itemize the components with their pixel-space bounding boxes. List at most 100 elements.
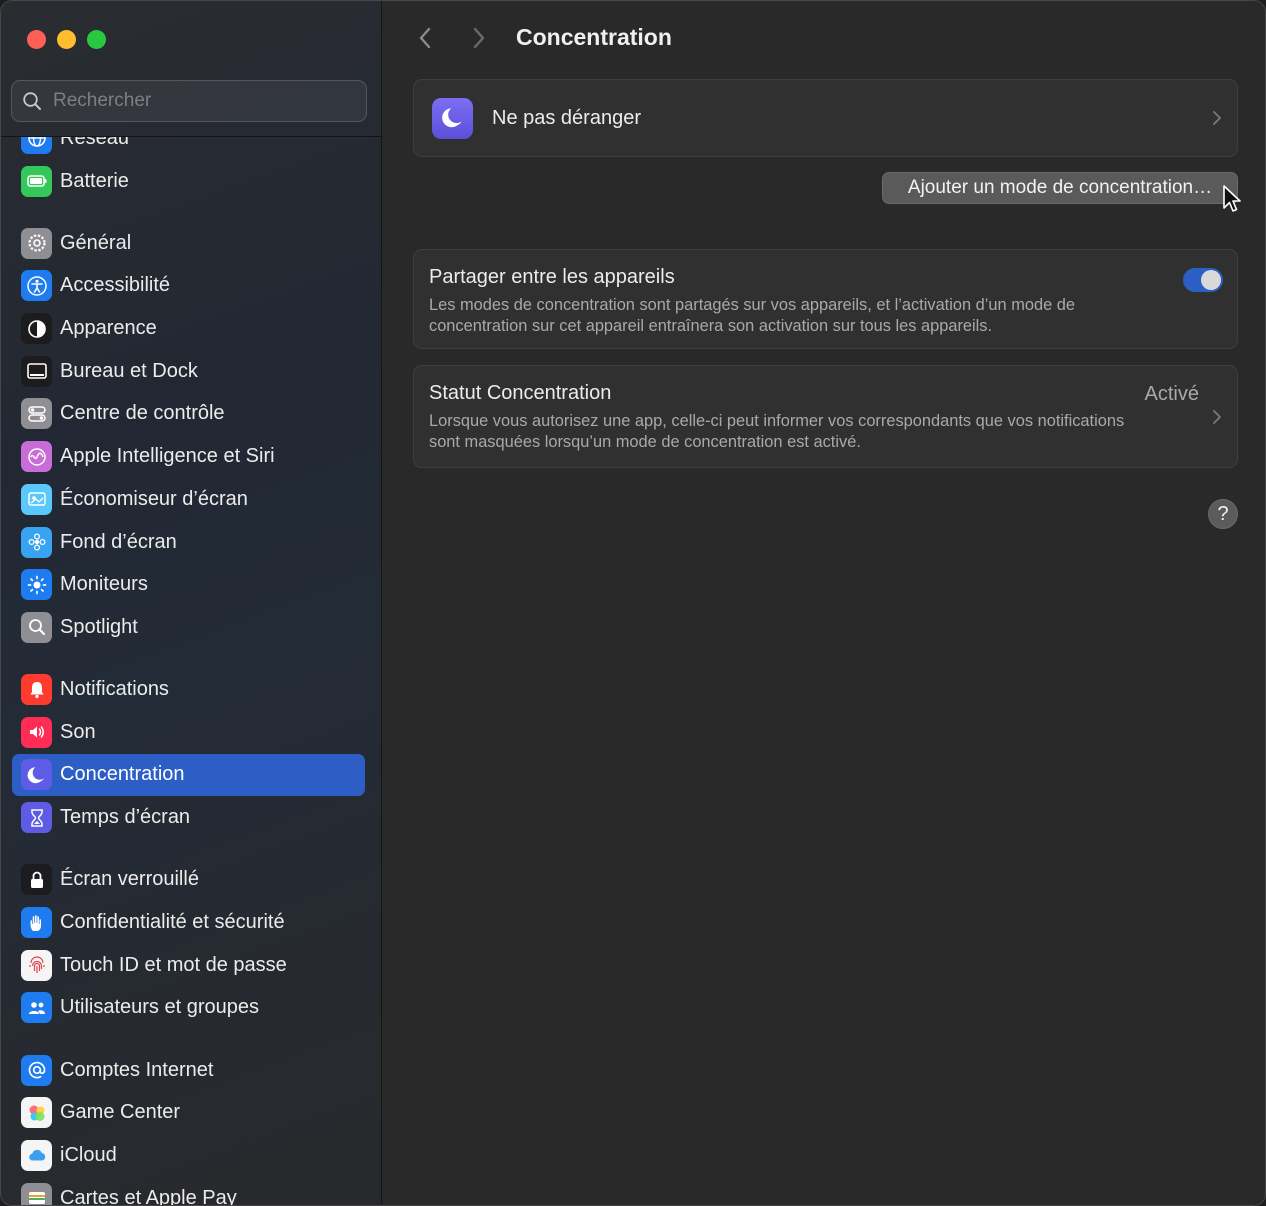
sidebar-item-accessibility[interactable]: Accessibilité bbox=[12, 265, 365, 308]
add-focus-mode-button[interactable]: Ajouter un mode de concentration… bbox=[882, 172, 1238, 204]
minimize-window-button[interactable] bbox=[57, 30, 76, 49]
sidebar-item-label: Utilisateurs et groupes bbox=[60, 996, 259, 1019]
page-title: Concentration bbox=[516, 24, 672, 50]
sidebar-item-moon[interactable]: Concentration bbox=[12, 753, 365, 797]
globe-icon bbox=[21, 137, 52, 154]
speaker-icon bbox=[21, 716, 52, 748]
help-button[interactable]: ? bbox=[1208, 499, 1238, 529]
sidebar-item-label: Apple Intelligence et Siri bbox=[60, 445, 275, 468]
moon-icon bbox=[21, 759, 52, 791]
sidebar-item-label: Accessibilité bbox=[60, 274, 171, 297]
status-value: Activé bbox=[1144, 383, 1199, 405]
sidebar-item-control-center[interactable]: Centre de contrôle bbox=[12, 393, 365, 436]
control-center-icon bbox=[21, 398, 52, 430]
fingerprint-icon bbox=[21, 949, 52, 981]
share-toggle[interactable] bbox=[1183, 268, 1223, 292]
sidebar-item-label: Cartes et Apple Pay bbox=[60, 1186, 237, 1205]
sidebar-item-label: Fond d’écran bbox=[60, 530, 177, 553]
wallet-icon bbox=[21, 1182, 52, 1205]
sidebar-item-label: Notifications bbox=[60, 678, 169, 701]
displays-icon bbox=[21, 569, 52, 601]
sidebar-item-hourglass[interactable]: Temps d’écran bbox=[12, 796, 365, 839]
sidebar-item-icloud[interactable]: iCloud bbox=[12, 1134, 365, 1177]
sidebar-item-label: Son bbox=[60, 720, 96, 743]
chevron-right-icon bbox=[473, 27, 485, 49]
main-pane: Concentration Ne pas déranger Ajouter un… bbox=[382, 1, 1265, 1205]
moon-icon bbox=[432, 97, 473, 139]
search-input[interactable] bbox=[53, 90, 343, 112]
chevron-left-icon bbox=[419, 27, 431, 49]
hourglass-icon bbox=[21, 802, 52, 834]
sidebar-item-label: Réseau bbox=[60, 137, 129, 149]
share-title: Partager entre les appareils bbox=[429, 266, 675, 288]
do-not-disturb-row[interactable]: Ne pas déranger bbox=[413, 79, 1238, 157]
sidebar-item-label: Économiseur d’écran bbox=[60, 487, 248, 510]
chevron-right-icon bbox=[1213, 409, 1221, 424]
dock-icon bbox=[21, 355, 52, 387]
sidebar-item-label: Écran verrouillé bbox=[60, 868, 199, 891]
gear-icon bbox=[21, 227, 52, 259]
game-center-icon bbox=[21, 1097, 52, 1129]
wallpaper-icon bbox=[21, 526, 52, 558]
do-not-disturb-label: Ne pas déranger bbox=[492, 106, 641, 129]
sidebar-item-label: Temps d’écran bbox=[60, 806, 191, 829]
close-window-button[interactable] bbox=[27, 30, 46, 49]
sidebar-item-displays[interactable]: Moniteurs bbox=[12, 563, 365, 606]
sidebar-item-users[interactable]: Utilisateurs et groupes bbox=[12, 987, 365, 1030]
sidebar-item-label: Touch ID et mot de passe bbox=[60, 953, 287, 976]
sidebar-item-label: Centre de contrôle bbox=[60, 402, 225, 425]
screensaver-icon bbox=[21, 483, 52, 515]
sidebar-item-dock[interactable]: Bureau et Dock bbox=[12, 350, 365, 393]
forward-button[interactable] bbox=[467, 25, 491, 51]
sidebar-item-spotlight[interactable]: Spotlight bbox=[12, 606, 365, 649]
at-icon bbox=[21, 1054, 52, 1086]
sidebar-item-lock[interactable]: Écran verrouillé bbox=[12, 859, 365, 902]
sidebar-item-wallet[interactable]: Cartes et Apple Pay bbox=[12, 1177, 365, 1205]
search-icon bbox=[23, 92, 41, 110]
focus-status-row[interactable]: Statut Concentration Lorsque vous autori… bbox=[413, 365, 1238, 468]
sidebar-item-speaker[interactable]: Son bbox=[12, 711, 365, 754]
settings-window: Réseau Batterie Général Accessibilité Appare… bbox=[0, 0, 1266, 1206]
sidebar-item-bell[interactable]: Notifications bbox=[12, 668, 365, 711]
spotlight-icon bbox=[21, 611, 52, 643]
toolbar: Concentration bbox=[382, 1, 1265, 76]
toggle-knob bbox=[1201, 270, 1221, 290]
zoom-window-button[interactable] bbox=[87, 30, 106, 49]
mouse-cursor-icon bbox=[1223, 185, 1241, 212]
window-controls bbox=[27, 30, 106, 49]
sidebar-item-label: Comptes Internet bbox=[60, 1058, 214, 1081]
sidebar-item-siri[interactable]: Apple Intelligence et Siri bbox=[12, 435, 365, 478]
icloud-icon bbox=[21, 1139, 52, 1171]
battery-icon bbox=[21, 165, 52, 197]
bell-icon bbox=[21, 674, 52, 706]
search-field[interactable] bbox=[11, 80, 367, 122]
sidebar-item-label: Général bbox=[60, 231, 132, 254]
sidebar-item-game-center[interactable]: Game Center bbox=[12, 1091, 365, 1134]
sidebar-nav[interactable]: Réseau Batterie Général Accessibilité Appare… bbox=[1, 137, 381, 1205]
sidebar-item-fingerprint[interactable]: Touch ID et mot de passe bbox=[12, 944, 365, 987]
users-icon bbox=[21, 992, 52, 1024]
sidebar-item-label: Game Center bbox=[60, 1101, 181, 1124]
back-button[interactable] bbox=[413, 25, 437, 51]
sidebar-item-battery[interactable]: Batterie bbox=[12, 160, 365, 203]
sidebar-item-globe[interactable]: Réseau bbox=[12, 137, 365, 160]
sidebar-item-wallpaper[interactable]: Fond d’écran bbox=[12, 521, 365, 564]
sidebar-item-label: Concentration bbox=[60, 763, 185, 786]
share-across-devices-card: Partager entre les appareils Les modes d… bbox=[413, 249, 1238, 349]
lock-icon bbox=[21, 864, 52, 896]
sidebar-item-screensaver[interactable]: Économiseur d’écran bbox=[12, 478, 365, 521]
hand-icon bbox=[21, 907, 52, 939]
sidebar-item-at[interactable]: Comptes Internet bbox=[12, 1049, 365, 1092]
siri-icon bbox=[21, 441, 52, 473]
status-title: Statut Concentration bbox=[429, 382, 612, 404]
share-description: Les modes de concentration sont partagés… bbox=[429, 296, 1075, 335]
sidebar-item-appearance[interactable]: Apparence bbox=[12, 307, 365, 350]
sidebar-item-label: Spotlight bbox=[60, 615, 138, 638]
sidebar-item-gear[interactable]: Général bbox=[12, 222, 365, 265]
accessibility-icon bbox=[21, 270, 52, 302]
sidebar-item-hand[interactable]: Confidentialité et sécurité bbox=[12, 901, 365, 944]
sidebar-item-label: Apparence bbox=[60, 317, 157, 340]
